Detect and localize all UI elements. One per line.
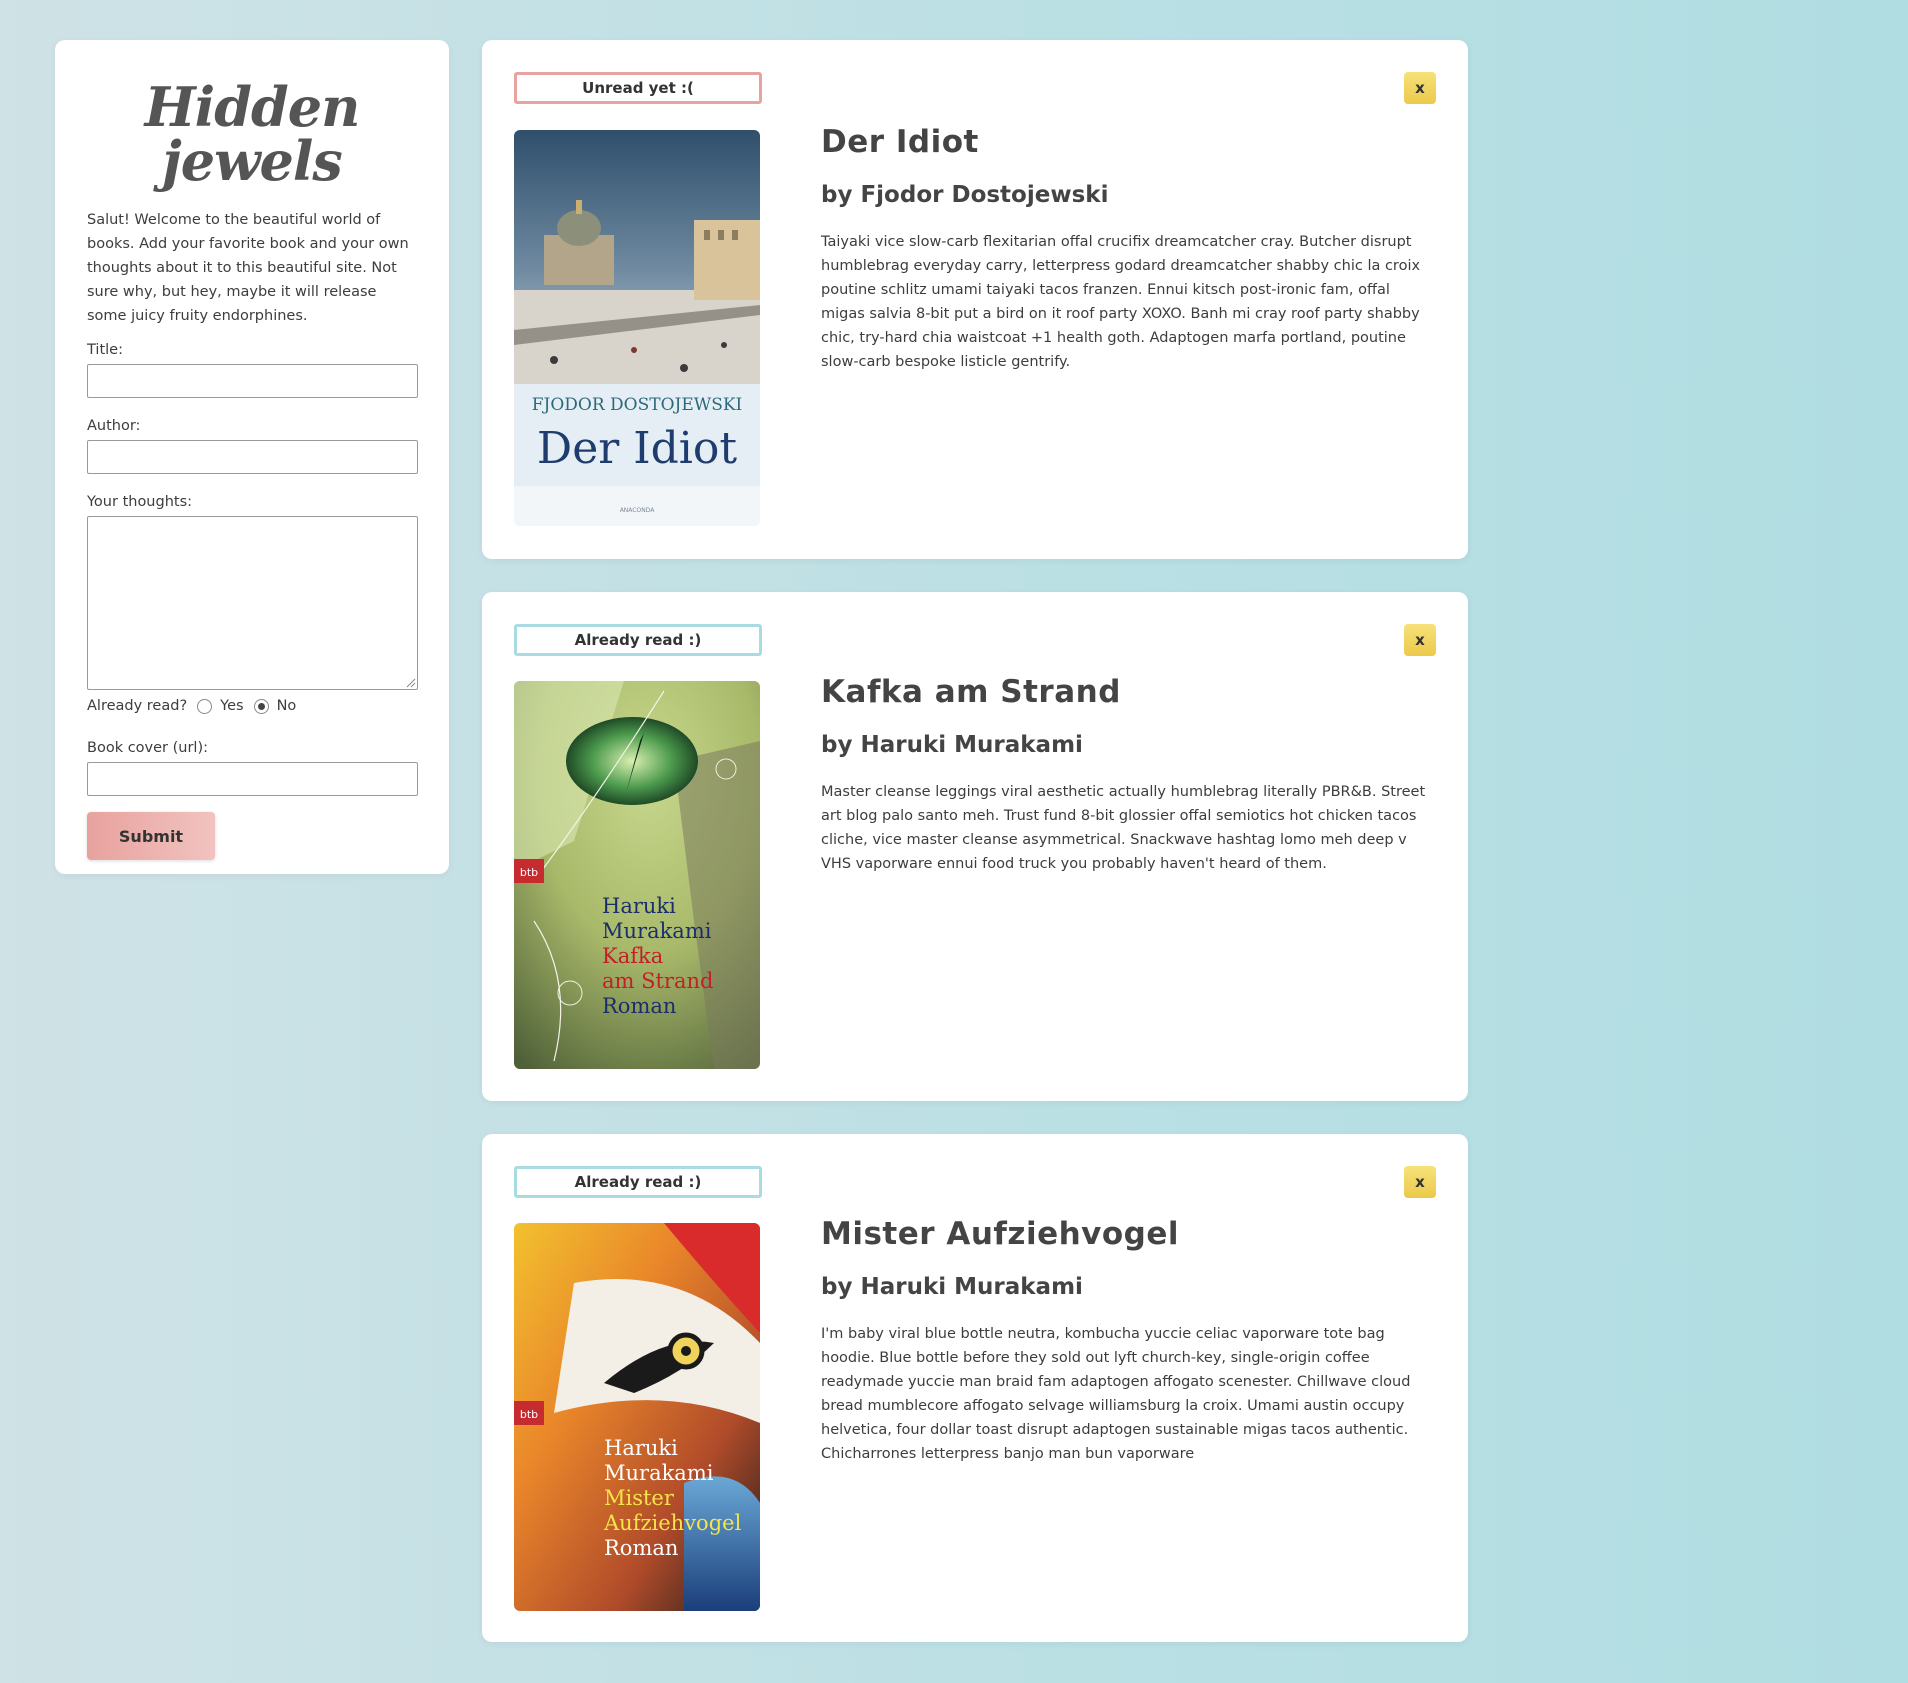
already-read-label: Already read? xyxy=(87,698,188,714)
status-badge[interactable]: Already read :) xyxy=(514,624,762,656)
book-title: Mister Aufziehvogel xyxy=(821,1216,1180,1252)
book-thoughts: Master cleanse leggings viral aesthetic … xyxy=(821,784,1426,872)
cover-line: am Strand xyxy=(602,969,713,993)
book-card: Already read :) x xyxy=(482,592,1468,1101)
title-label: Title: xyxy=(87,342,123,358)
book-cover-image: FJODOR DOSTOJEWSKI Der Idiot ANACONDA xyxy=(514,130,760,526)
cover-line: Haruki xyxy=(604,1436,678,1460)
radio-no[interactable] xyxy=(253,698,269,714)
delete-book-button[interactable]: x xyxy=(1404,1166,1436,1198)
book-title: Kafka am Strand xyxy=(821,674,1121,710)
radio-yes-label: Yes xyxy=(220,698,244,714)
book-card: Already read :) x xyxy=(482,1134,1468,1642)
author-input[interactable] xyxy=(87,440,418,474)
book-cover-image: btb Haruki Murakami Kafka am Strand Roma… xyxy=(514,681,760,1069)
status-badge[interactable]: Already read :) xyxy=(514,1166,762,1198)
book-info: Mister Aufziehvogel by Haruki Murakami I… xyxy=(821,1216,1436,1466)
cover-mister-aufziehvogel: btb Haruki Murakami Mister Aufziehvogel … xyxy=(514,1223,760,1611)
brand-logo: Hidden jewels xyxy=(144,75,361,193)
cover-line: Murakami xyxy=(604,1461,714,1485)
book-thoughts: Taiyaki vice slow-carb flexitarian offal… xyxy=(821,234,1421,370)
book-author: by Haruki Murakami xyxy=(821,1274,1083,1300)
book-card: Unread yet :( x FJODOR DOSTOJEWSKI Der I… xyxy=(482,40,1468,559)
title-field-group: Title: xyxy=(87,342,418,398)
thoughts-wrapper xyxy=(87,516,418,690)
cover-field-group: Book cover (url): xyxy=(87,740,418,796)
thoughts-textarea[interactable] xyxy=(87,516,418,690)
cover-kafka-am-strand: btb Haruki Murakami Kafka am Strand Roma… xyxy=(514,681,760,1069)
title-input[interactable] xyxy=(87,364,418,398)
thoughts-field-group: Your thoughts: xyxy=(87,494,418,690)
cover-badge-text: btb xyxy=(520,1408,538,1421)
cover-title-text: Der Idiot xyxy=(537,423,737,474)
cover-author-text: FJODOR DOSTOJEWSKI xyxy=(532,395,743,415)
delete-book-button[interactable]: x xyxy=(1404,624,1436,656)
cover-der-idiot: FJODOR DOSTOJEWSKI Der Idiot ANACONDA xyxy=(514,130,760,526)
cover-url-label: Book cover (url): xyxy=(87,740,208,756)
book-cover-image: btb Haruki Murakami Mister Aufziehvogel … xyxy=(514,1223,760,1611)
status-badge[interactable]: Unread yet :( xyxy=(514,72,762,104)
book-info: Der Idiot by Fjodor Dostojewski Taiyaki … xyxy=(821,124,1436,374)
submit-button[interactable]: Submit xyxy=(87,812,215,860)
cover-line: Mister xyxy=(604,1486,675,1510)
book-title: Der Idiot xyxy=(821,124,979,160)
add-book-form: Hidden jewels Salut! Welcome to the beau… xyxy=(55,40,449,874)
cover-line: Haruki xyxy=(602,894,676,918)
cover-line: Roman xyxy=(604,1536,678,1560)
cover-line: Murakami xyxy=(602,919,712,943)
already-read-group: Already read? Yes No xyxy=(87,698,417,714)
delete-book-button[interactable]: x xyxy=(1404,72,1436,104)
cover-url-input[interactable] xyxy=(87,762,418,796)
resize-grip-icon[interactable] xyxy=(406,678,416,688)
book-author: by Fjodor Dostojewski xyxy=(821,182,1109,208)
author-label: Author: xyxy=(87,418,141,434)
radio-no-label: No xyxy=(276,698,297,714)
cover-badge-text: btb xyxy=(520,866,538,879)
cover-publisher-text: ANACONDA xyxy=(620,507,656,514)
intro-text: Salut! Welcome to the beautiful world of… xyxy=(87,212,409,324)
cover-line: Aufziehvogel xyxy=(603,1511,742,1535)
cover-line: Roman xyxy=(602,994,676,1018)
book-info: Kafka am Strand by Haruki Murakami Maste… xyxy=(821,674,1436,876)
author-field-group: Author: xyxy=(87,418,418,474)
radio-yes[interactable] xyxy=(197,698,213,714)
cover-line: Kafka xyxy=(602,944,663,968)
book-author: by Haruki Murakami xyxy=(821,732,1083,758)
thoughts-label: Your thoughts: xyxy=(87,494,193,510)
book-thoughts: I'm baby viral blue bottle neutra, kombu… xyxy=(821,1326,1411,1462)
